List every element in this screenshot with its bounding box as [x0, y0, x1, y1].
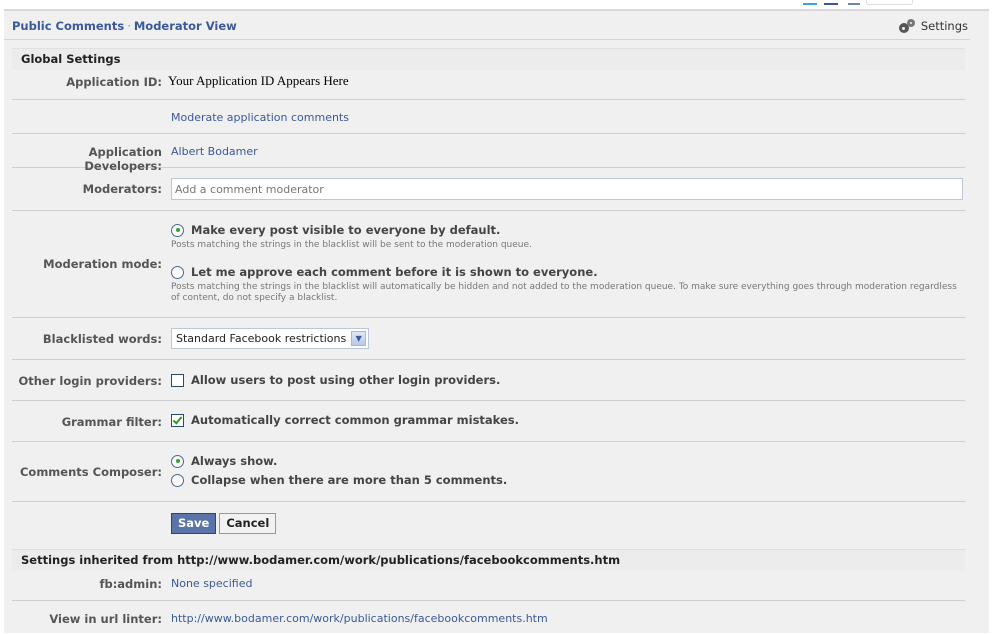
radio-approve-each[interactable]	[171, 265, 184, 279]
actions-row: Save Cancel	[12, 502, 965, 550]
moderation-option-visible-help: Posts matching the strings in the blackl…	[171, 240, 532, 250]
settings-panel: Global Settings Application ID: Your App…	[12, 48, 965, 632]
breadcrumb-public-comments[interactable]: Public Comments	[12, 19, 124, 33]
moderation-option-approve[interactable]: Let me approve each comment before it is…	[171, 265, 961, 279]
settings-button[interactable]: Settings	[899, 19, 968, 33]
moderate-comments-link[interactable]: Moderate application comments	[171, 111, 349, 124]
grammar-filter-option-label: Automatically correct common grammar mis…	[191, 413, 520, 427]
blacklisted-words-row: Blacklisted words: Standard Facebook res…	[12, 318, 965, 360]
url-linter-row: View in url linter: http://www.bodamer.c…	[12, 601, 965, 632]
other-login-option-label: Allow users to post using other login pr…	[191, 373, 501, 387]
grammar-filter-option[interactable]: Automatically correct common grammar mis…	[171, 413, 519, 427]
blacklisted-words-label: Blacklisted words:	[42, 332, 162, 346]
breadcrumb-moderator-view[interactable]: Moderator View	[134, 19, 237, 33]
comments-composer-label: Comments Composer:	[19, 465, 162, 479]
moderation-option-approve-label: Let me approve each comment before it is…	[191, 265, 598, 279]
moderators-label: Moderators:	[82, 182, 162, 196]
top-tab-indicator	[824, 3, 838, 5]
top-tab-indicator	[848, 3, 860, 5]
fb-admin-label: fb:admin:	[99, 577, 162, 591]
other-login-checkbox[interactable]	[171, 373, 184, 387]
gear-icon	[899, 20, 916, 32]
blacklisted-words-select[interactable]: Standard Facebook restrictions ▼	[171, 328, 370, 349]
developer-link[interactable]: Albert Bodamer	[171, 145, 258, 158]
chevron-down-icon[interactable]: ▼	[351, 331, 367, 346]
application-id-value: Your Application ID Appears Here	[168, 73, 349, 88]
composer-option-collapse-label: Collapse when there are more than 5 comm…	[191, 473, 508, 487]
radio-collapse[interactable]	[171, 473, 184, 487]
moderation-mode-row: Moderation mode: Make every post visible…	[12, 211, 965, 318]
save-button[interactable]: Save	[171, 513, 217, 534]
radio-visible-by-default[interactable]	[171, 223, 184, 237]
other-login-label: Other login providers:	[18, 374, 162, 388]
grammar-filter-label: Grammar filter:	[61, 415, 162, 429]
url-linter-label: View in url linter:	[49, 612, 162, 626]
moderation-option-approve-help: Posts matching the strings in the blackl…	[171, 282, 957, 303]
comments-composer-row: Comments Composer: Always show. Collapse…	[12, 442, 965, 502]
moderation-mode-label: Moderation mode:	[43, 257, 162, 271]
global-settings-title: Global Settings	[12, 48, 965, 70]
moderation-option-visible-label: Make every post visible to everyone by d…	[191, 223, 501, 237]
other-login-option[interactable]: Allow users to post using other login pr…	[171, 373, 500, 387]
header: Public Comments · Moderator View Settings	[4, 11, 970, 40]
top-tab-indicator	[803, 3, 817, 5]
grammar-filter-checkbox[interactable]	[171, 413, 184, 427]
cancel-button[interactable]: Cancel	[219, 513, 277, 534]
composer-option-always-label: Always show.	[191, 454, 278, 468]
application-id-row: Application ID: Your Application ID Appe…	[12, 70, 965, 100]
other-login-row: Other login providers: Allow users to po…	[12, 360, 965, 401]
radio-always-show[interactable]	[171, 454, 184, 468]
moderate-row: Moderate application comments	[12, 100, 965, 134]
moderators-input[interactable]	[171, 178, 963, 200]
moderator-view-frame: Public Comments · Moderator View Settings …	[4, 9, 989, 633]
url-linter-link[interactable]: http://www.bodamer.com/work/publications…	[171, 612, 548, 625]
breadcrumb-separator: ·	[127, 19, 131, 33]
top-tab-indicator	[866, 0, 913, 5]
composer-option-always-show[interactable]: Always show.	[171, 454, 507, 468]
fb-admin-row: fb:admin: None specified	[12, 571, 965, 601]
breadcrumb: Public Comments · Moderator View	[12, 19, 237, 33]
composer-option-collapse[interactable]: Collapse when there are more than 5 comm…	[171, 473, 507, 487]
moderators-row: Moderators:	[12, 168, 965, 211]
application-id-label: Application ID:	[66, 75, 162, 89]
moderation-option-visible[interactable]: Make every post visible to everyone by d…	[171, 223, 961, 237]
fb-admin-value[interactable]: None specified	[171, 577, 252, 590]
settings-label: Settings	[920, 19, 968, 33]
inherited-settings-title: Settings inherited from http://www.bodam…	[12, 550, 965, 571]
developers-row: Application Developers: Albert Bodamer	[12, 134, 965, 173]
blacklisted-words-selected: Standard Facebook restrictions	[176, 332, 347, 345]
grammar-filter-row: Grammar filter: Automatically correct co…	[12, 401, 965, 442]
